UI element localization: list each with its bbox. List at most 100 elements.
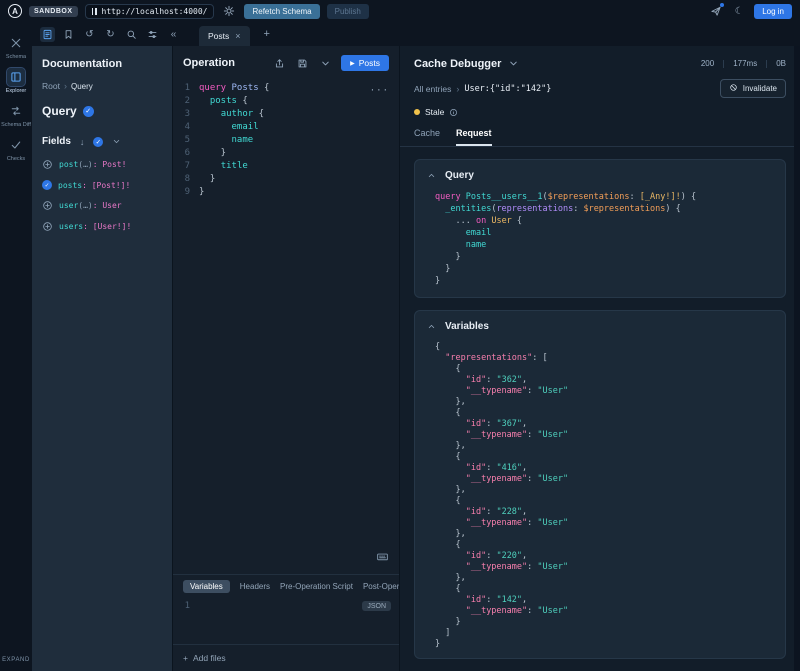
field-row-user[interactable]: user(…): User <box>42 200 162 211</box>
schema-diff-icon <box>7 102 25 120</box>
invalidate-button[interactable]: Invalidate <box>720 79 786 98</box>
add-circle-icon[interactable] <box>42 159 53 170</box>
response-size: 0B <box>776 59 786 68</box>
field-row-post[interactable]: post(…): Post! <box>42 159 162 170</box>
chevron-up-icon <box>427 322 436 331</box>
save-icon[interactable] <box>295 56 310 71</box>
explorer-icon <box>7 68 25 86</box>
breadcrumb-current[interactable]: Query <box>71 82 93 91</box>
sidebar-item-schema[interactable]: Schema <box>1 34 31 60</box>
documentation-title: Documentation <box>42 58 162 70</box>
variables-editor[interactable]: 1 JSON <box>173 598 399 644</box>
cache-entry-id: User:{"id":"142"} <box>464 84 551 94</box>
cache-request-tabs: Cache Request <box>400 122 800 147</box>
search-icon[interactable] <box>124 27 139 42</box>
field-args: (…) <box>78 201 92 210</box>
tab-headers[interactable]: Headers <box>240 582 270 591</box>
redo-icon[interactable]: ↻ <box>103 27 118 42</box>
request-query-code[interactable]: query Posts__users__1($representations: … <box>435 191 773 287</box>
response-time: 177ms <box>733 59 757 68</box>
topbar: A SANDBOX http://localhost:4000/ Refetch… <box>0 0 800 22</box>
field-name[interactable]: post <box>59 160 78 169</box>
endpoint-url-input[interactable]: http://localhost:4000/ <box>85 4 215 19</box>
undo-icon[interactable]: ↺ <box>82 27 97 42</box>
field-type-link[interactable]: : [Post!]! <box>82 181 130 190</box>
chevron-down-icon[interactable] <box>318 56 333 71</box>
paper-plane-icon[interactable] <box>708 3 724 19</box>
document-icon[interactable] <box>40 27 55 42</box>
field-type-link[interactable]: : User <box>93 201 122 210</box>
chevron-down-icon[interactable] <box>112 137 121 146</box>
field-row-posts[interactable]: ✓ posts: [Post!]! <box>42 180 162 190</box>
add-circle-icon[interactable] <box>42 200 53 211</box>
breadcrumb-root[interactable]: Root <box>42 81 60 91</box>
left-rail: Schema Explorer Schema Diff Checks EXPAN… <box>0 22 32 671</box>
close-icon[interactable]: × <box>235 31 240 41</box>
tab-request[interactable]: Request <box>456 128 492 146</box>
field-name[interactable]: user <box>59 201 78 210</box>
cache-entry-breadcrumb: All entries › User:{"id":"142"} Invalida… <box>400 75 800 102</box>
fields-heading: Fields <box>42 136 71 147</box>
rail-label-explorer: Explorer <box>6 88 26 94</box>
tab-cache[interactable]: Cache <box>414 128 440 146</box>
add-files-button[interactable]: + Add files <box>173 644 399 671</box>
tab-posts[interactable]: Posts × <box>199 26 250 46</box>
keyboard-icon[interactable] <box>376 550 389 568</box>
tab-pre-operation-script[interactable]: Pre-Operation Script <box>280 582 353 591</box>
cache-debugger-title[interactable]: Cache Debugger <box>414 58 501 70</box>
add-files-label: Add files <box>193 653 226 663</box>
all-entries-link[interactable]: All entries <box>414 84 451 94</box>
run-label: Posts <box>359 58 380 68</box>
field-type-link[interactable]: : Post! <box>93 160 127 169</box>
pause-icon[interactable] <box>92 8 97 15</box>
run-operation-button[interactable]: ▶ Posts <box>341 55 389 71</box>
collapse-icon[interactable]: « <box>166 27 181 42</box>
check-circle-icon[interactable]: ✓ <box>42 180 52 190</box>
toolbar: ↺ ↻ « Posts × + <box>32 22 800 46</box>
sandbox-badge: SANDBOX <box>29 6 78 17</box>
operation-code[interactable]: 1query Posts {2 posts {3 author {4 email… <box>173 82 399 199</box>
sidebar-item-checks[interactable]: Checks <box>1 136 31 162</box>
cache-debugger-header: Cache Debugger 200 177ms 0B <box>400 46 800 75</box>
login-button[interactable]: Log in <box>754 4 792 19</box>
operation-header: Operation ▶ Posts <box>173 46 399 77</box>
scrollbar[interactable] <box>794 46 800 671</box>
tab-post-operation-script[interactable]: Post-Oper <box>363 582 399 591</box>
operation-bottom-section: Variables Headers Pre-Operation Script P… <box>173 574 399 671</box>
more-options-icon[interactable]: ··· <box>370 85 389 98</box>
request-variables-code[interactable]: { "representations": [ { "id": "362", "_… <box>435 342 773 650</box>
expand-button[interactable]: EXPAND <box>2 657 30 671</box>
moon-icon[interactable]: ☾ <box>731 3 747 19</box>
sidebar-item-schema-diff[interactable]: Schema Diff <box>1 102 31 128</box>
variables-card-header[interactable]: Variables <box>427 321 773 332</box>
documentation-panel: Documentation Root › Query Query ✓ Field… <box>32 46 173 671</box>
field-type-link[interactable]: : [User!]! <box>83 222 131 231</box>
slash-circle-icon <box>729 83 738 94</box>
gear-icon[interactable] <box>221 3 237 19</box>
bookmark-icon[interactable] <box>61 27 76 42</box>
operation-editor[interactable]: 1query Posts {2 posts {3 author {4 email… <box>173 77 399 574</box>
refetch-schema-button[interactable]: Refetch Schema <box>244 4 319 19</box>
add-circle-icon[interactable] <box>42 221 53 232</box>
share-icon[interactable] <box>272 56 287 71</box>
new-tab-button[interactable]: + <box>264 28 270 40</box>
filter-check-icon[interactable]: ✓ <box>93 137 103 147</box>
field-name[interactable]: users <box>59 222 83 231</box>
publish-button[interactable]: Publish <box>327 4 369 19</box>
field-row-users[interactable]: users: [User!]! <box>42 221 162 232</box>
chevron-down-icon[interactable] <box>506 56 521 71</box>
operation-bottom-tabs: Variables Headers Pre-Operation Script P… <box>173 574 399 598</box>
info-icon[interactable] <box>449 108 458 117</box>
stale-label: Stale <box>425 107 444 117</box>
settings-icon[interactable] <box>145 27 160 42</box>
sidebar-item-explorer[interactable]: Explorer <box>1 68 31 94</box>
endpoint-url: http://localhost:4000/ <box>102 7 208 16</box>
query-card-header[interactable]: Query <box>427 170 773 181</box>
field-name[interactable]: posts <box>58 181 82 190</box>
apollo-sandbox-app: A SANDBOX http://localhost:4000/ Refetch… <box>0 0 800 671</box>
field-args: (…) <box>78 160 92 169</box>
sort-down-icon[interactable]: ↓ <box>80 137 85 147</box>
tab-variables[interactable]: Variables <box>183 580 230 593</box>
apollo-logo-icon[interactable]: A <box>8 4 22 18</box>
status-code: 200 <box>701 59 714 68</box>
